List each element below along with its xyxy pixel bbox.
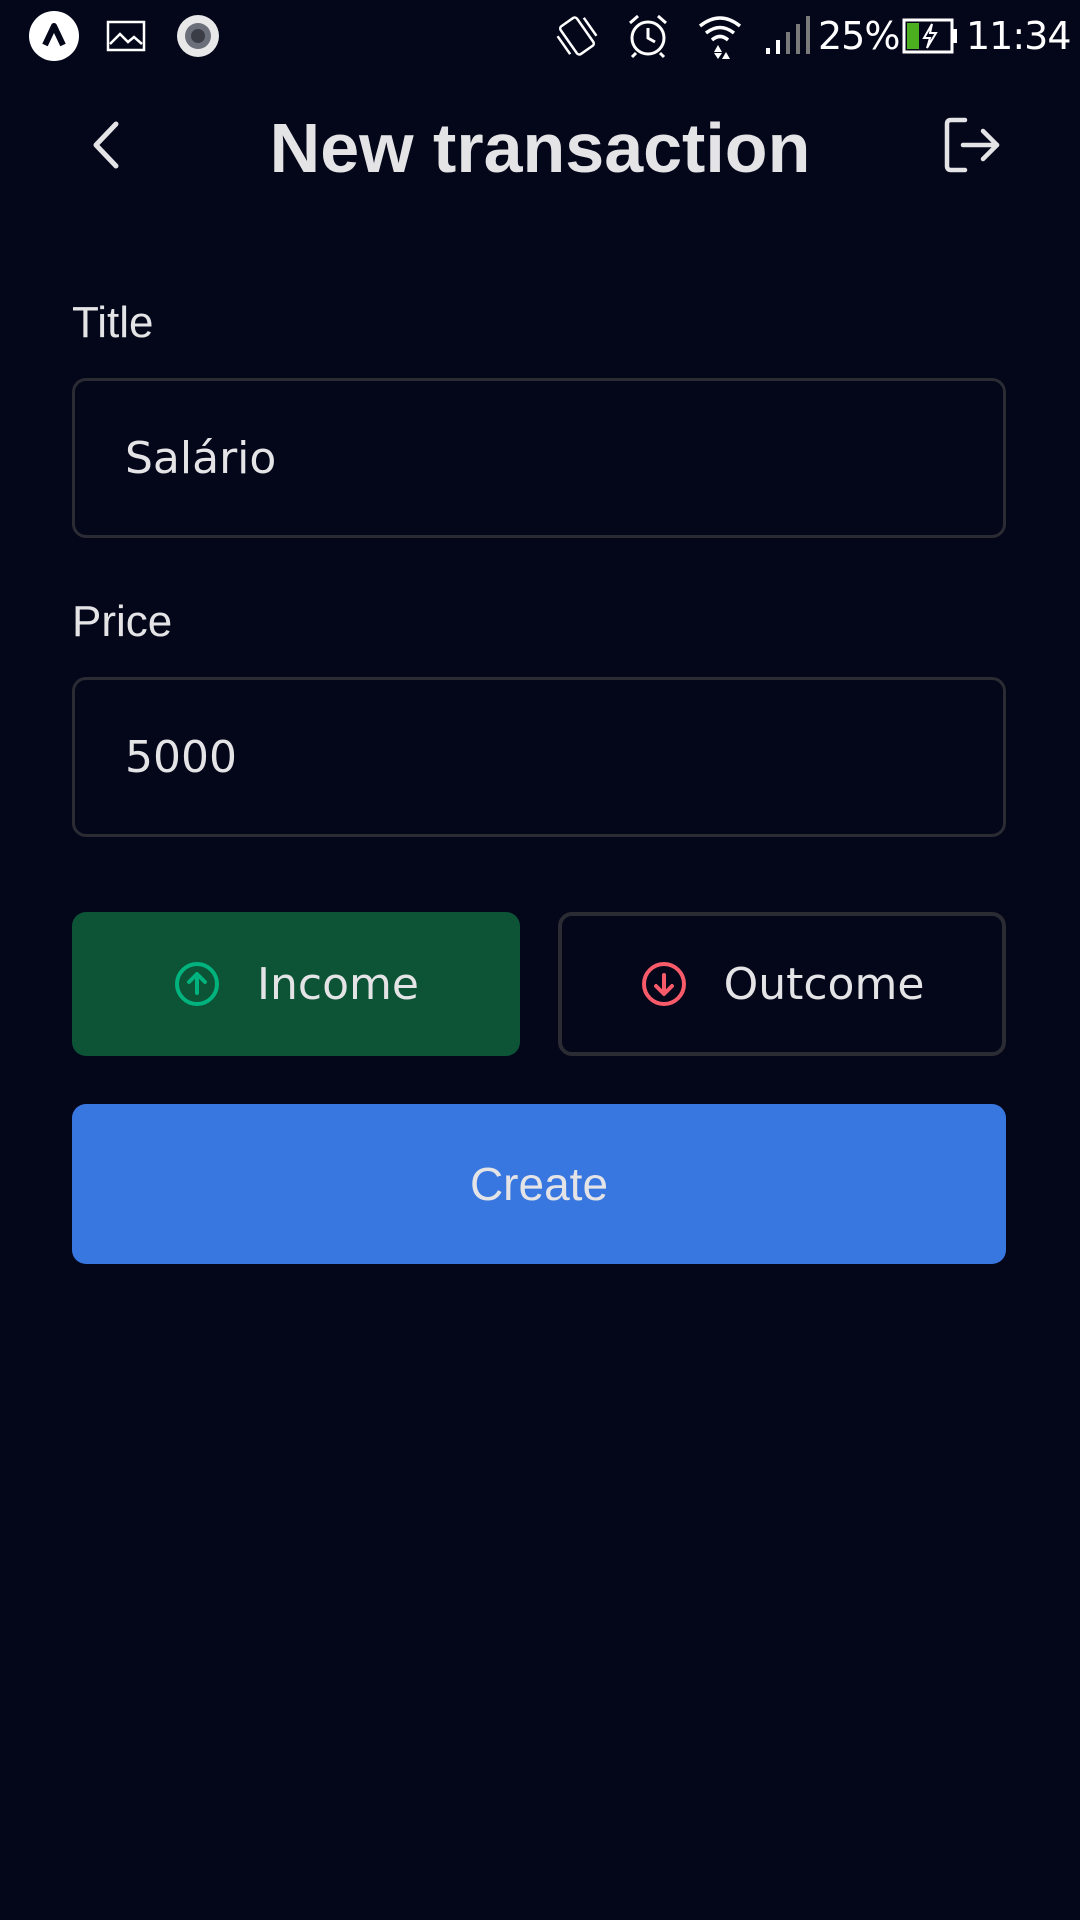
create-label: Create	[469, 1158, 609, 1210]
page-title: New transaction	[269, 109, 811, 187]
gallery-icon	[106, 0, 146, 72]
price-input[interactable]	[72, 677, 1006, 837]
header: New transaction	[0, 72, 1080, 222]
clock-time: 11:34	[966, 14, 1072, 58]
alarm-icon	[626, 0, 670, 72]
title-input[interactable]	[72, 378, 1006, 538]
income-label: Income	[257, 958, 419, 1010]
battery-charging-icon	[902, 0, 960, 72]
price-label: Price	[72, 597, 173, 646]
arrow-circle-down-icon	[640, 960, 688, 1008]
vibrate-icon	[552, 0, 602, 72]
wifi-icon	[696, 0, 744, 72]
logout-button[interactable]	[940, 110, 1006, 180]
income-button[interactable]: Income	[72, 912, 520, 1056]
signal-icon	[764, 0, 812, 72]
battery-percent: 25%	[818, 14, 900, 58]
app-launcher-icon	[28, 0, 80, 72]
logout-icon	[944, 117, 1000, 173]
outcome-label: Outcome	[723, 958, 925, 1010]
outcome-button[interactable]: Outcome	[558, 912, 1006, 1056]
create-button[interactable]: Create	[72, 1104, 1006, 1264]
arrow-circle-up-icon	[173, 960, 221, 1008]
status-bar: 25% 11:34	[0, 0, 1080, 72]
record-icon	[176, 0, 220, 72]
title-label: Title	[72, 298, 154, 347]
